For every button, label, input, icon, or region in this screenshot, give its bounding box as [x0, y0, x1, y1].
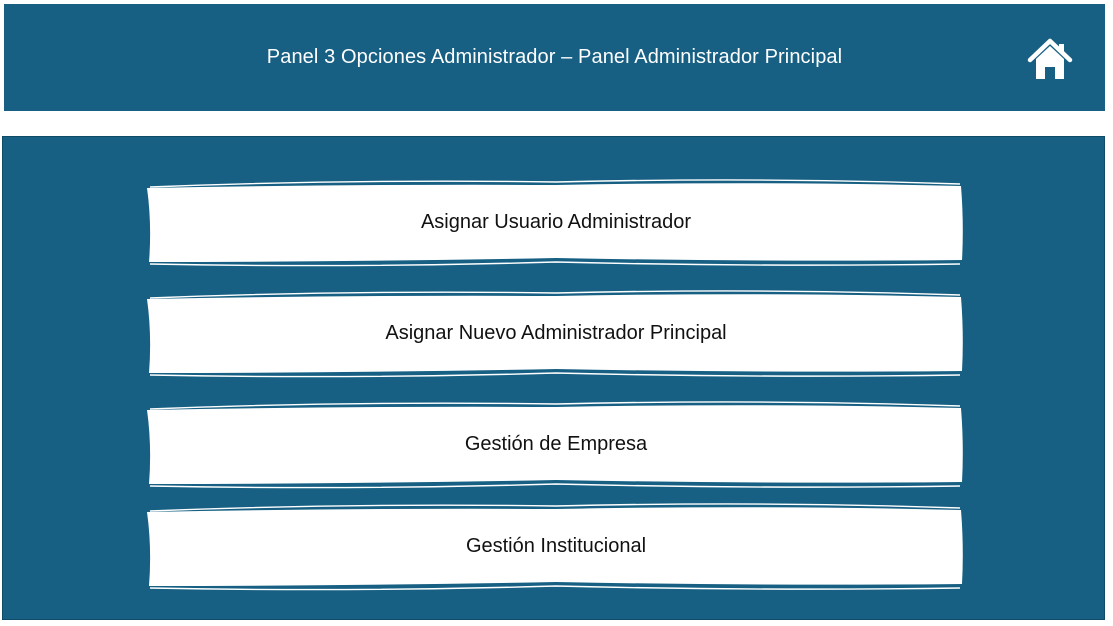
options-panel: Asignar Usuario Administrador Asignar Nu… — [2, 136, 1105, 620]
page-title: Panel 3 Opciones Administrador – Panel A… — [266, 46, 843, 68]
option-gestion-institucional[interactable]: Gestión Institucional — [146, 500, 966, 592]
header-bar: Panel 3 Opciones Administrador – Panel A… — [4, 4, 1105, 111]
option-label: Asignar Nuevo Administrador Principal — [385, 322, 727, 344]
home-icon — [1027, 38, 1073, 79]
option-label: Gestión de Empresa — [464, 433, 648, 455]
option-asignar-usuario-administrador[interactable]: Asignar Usuario Administrador — [146, 176, 966, 268]
option-label: Asignar Usuario Administrador — [420, 211, 692, 233]
option-asignar-nuevo-administrador-principal[interactable]: Asignar Nuevo Administrador Principal — [146, 287, 966, 379]
home-button[interactable] — [1026, 37, 1074, 81]
option-gestion-de-empresa[interactable]: Gestión de Empresa — [146, 398, 966, 490]
option-label: Gestión Institucional — [465, 535, 647, 557]
